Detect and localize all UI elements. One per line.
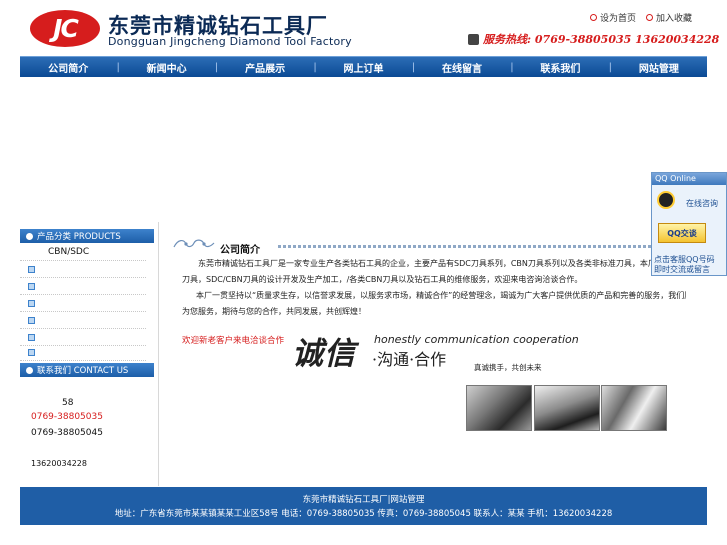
intro-paragraph-line: 东莞市精诚钻石工具厂是一家专业生产各类钻石工具的企业，主要产品有SDC刀具系列，… [198,259,653,268]
square-bullet-icon [28,333,35,341]
qq-online-label: 在线咨询 [686,199,718,208]
nav-item-news[interactable]: 新闻中心 [118,60,214,75]
product-category-item[interactable] [20,312,146,329]
left-sidebar: 产品分类 PRODUCTS CBN/SDC 联系我们 CONTACT US 58… [20,222,159,486]
hotline-text: 服务热线: 0769-38805035 13620034228 [483,33,720,46]
set-homepage-label: 设为首页 [600,14,637,24]
qq-chat-button[interactable]: QQ交谈 [658,223,706,243]
contact-phone: 0769-38805035 [31,412,103,422]
company-logo[interactable]: JC [30,10,100,47]
slogan-communication-cooperation: ·沟通·合作 [372,350,447,369]
contact-address: 58 [62,398,74,408]
meeting-photo [466,385,532,431]
add-favorite-link[interactable]: 加入收藏 [646,11,692,24]
welcome-slogan: 欢迎新老客户来电洽谈合作 [182,336,285,346]
square-bullet-icon [28,348,35,356]
product-category-item[interactable] [20,278,146,295]
product-category-item[interactable] [20,344,146,361]
qq-widget-title: QQ Online [652,173,726,185]
footer-copyright[interactable]: 东莞市精诚钻石工具厂|网站管理 [20,493,707,505]
intro-paragraph-line: 刀具，SDC/CBN刀具的设计开发及生产加工，/各类CBN刀具以及钻石工具的维修… [182,275,583,284]
qq-widget-footer[interactable]: 点击客服QQ号码 即时交流或留言 [654,255,724,275]
square-bullet-icon [28,299,35,307]
phone-icon [468,33,479,45]
qq-penguin-icon [657,191,675,209]
nav-item-contact[interactable]: 联系我们 [512,60,608,75]
page-title: 公司简介 [220,245,260,256]
square-bullet-icon [28,316,35,324]
product-category-item[interactable] [20,261,146,278]
set-homepage-link[interactable]: 设为首页 [590,11,636,24]
flourish-ornament-icon [173,239,215,248]
nav-item-about[interactable]: 公司简介 [20,60,116,75]
main-nav: 公司简介 | 新闻中心 | 产品展示 | 网上订单 | 在线留言 | 联系我们 … [20,56,707,77]
products-heading-label: 产品分类 PRODUCTS [37,232,121,242]
slogan-english: honestly communication cooperation [374,333,579,346]
circle-arrow-icon [26,366,33,374]
square-bullet-icon [28,265,35,273]
nav-item-guestbook[interactable]: 在线留言 [414,60,510,75]
footer-contact-info: 地址：广东省东莞市某某镇某某工业区58号 电话：0769-38805035 传真… [114,509,613,519]
nav-item-orders[interactable]: 网上订单 [315,60,411,75]
circle-bullet-icon [590,14,597,21]
qq-online-widget: QQ Online 在线咨询 QQ交谈 点击客服QQ号码 即时交流或留言 [651,172,727,276]
contact-heading: 联系我们 CONTACT US [20,363,154,377]
team-photo [601,385,667,431]
circle-arrow-icon [26,232,33,240]
contact-mobile: 13620034228 [31,459,87,468]
company-name-en: Dongguan Jingcheng Diamond Tool Factory [108,35,352,48]
intro-paragraph-line: 本厂一贯坚持以“质量求生存，以信誉求发展，以服务求市场，精诚合作”的经营理念，竭… [196,291,686,300]
product-category-label: CBN/SDC [48,247,90,257]
contact-fax: 0769-38805045 [31,428,103,438]
service-hotline: 服务热线: 0769-38805035 13620034228 [468,31,719,47]
qq-footer-line: 即时交流或留言 [654,265,710,274]
nav-item-products[interactable]: 产品展示 [217,60,313,75]
square-bullet-icon [28,282,35,290]
intro-paragraph-line: 为您服务，期待与您的合作，共同发展，共创辉煌！ [182,307,366,316]
products-heading: 产品分类 PRODUCTS [20,229,154,243]
slogan-subtitle: 真诚携手，共创未来 [474,363,542,372]
qq-footer-line: 点击客服QQ号码 [654,255,715,264]
product-category-item[interactable]: CBN/SDC [20,244,146,261]
title-divider [278,245,707,248]
contact-heading-label: 联系我们 CONTACT US [37,366,129,376]
slogan-integrity: 诚信 [292,336,356,372]
site-footer: 东莞市精诚钻石工具厂|网站管理 地址：广东省东莞市某某镇某某工业区58号 电话：… [20,487,707,525]
add-favorite-label: 加入收藏 [656,14,693,24]
circle-bullet-icon [646,14,653,21]
product-category-item[interactable] [20,295,146,312]
nav-item-admin[interactable]: 网站管理 [611,60,707,75]
handshake-photo [534,385,600,431]
